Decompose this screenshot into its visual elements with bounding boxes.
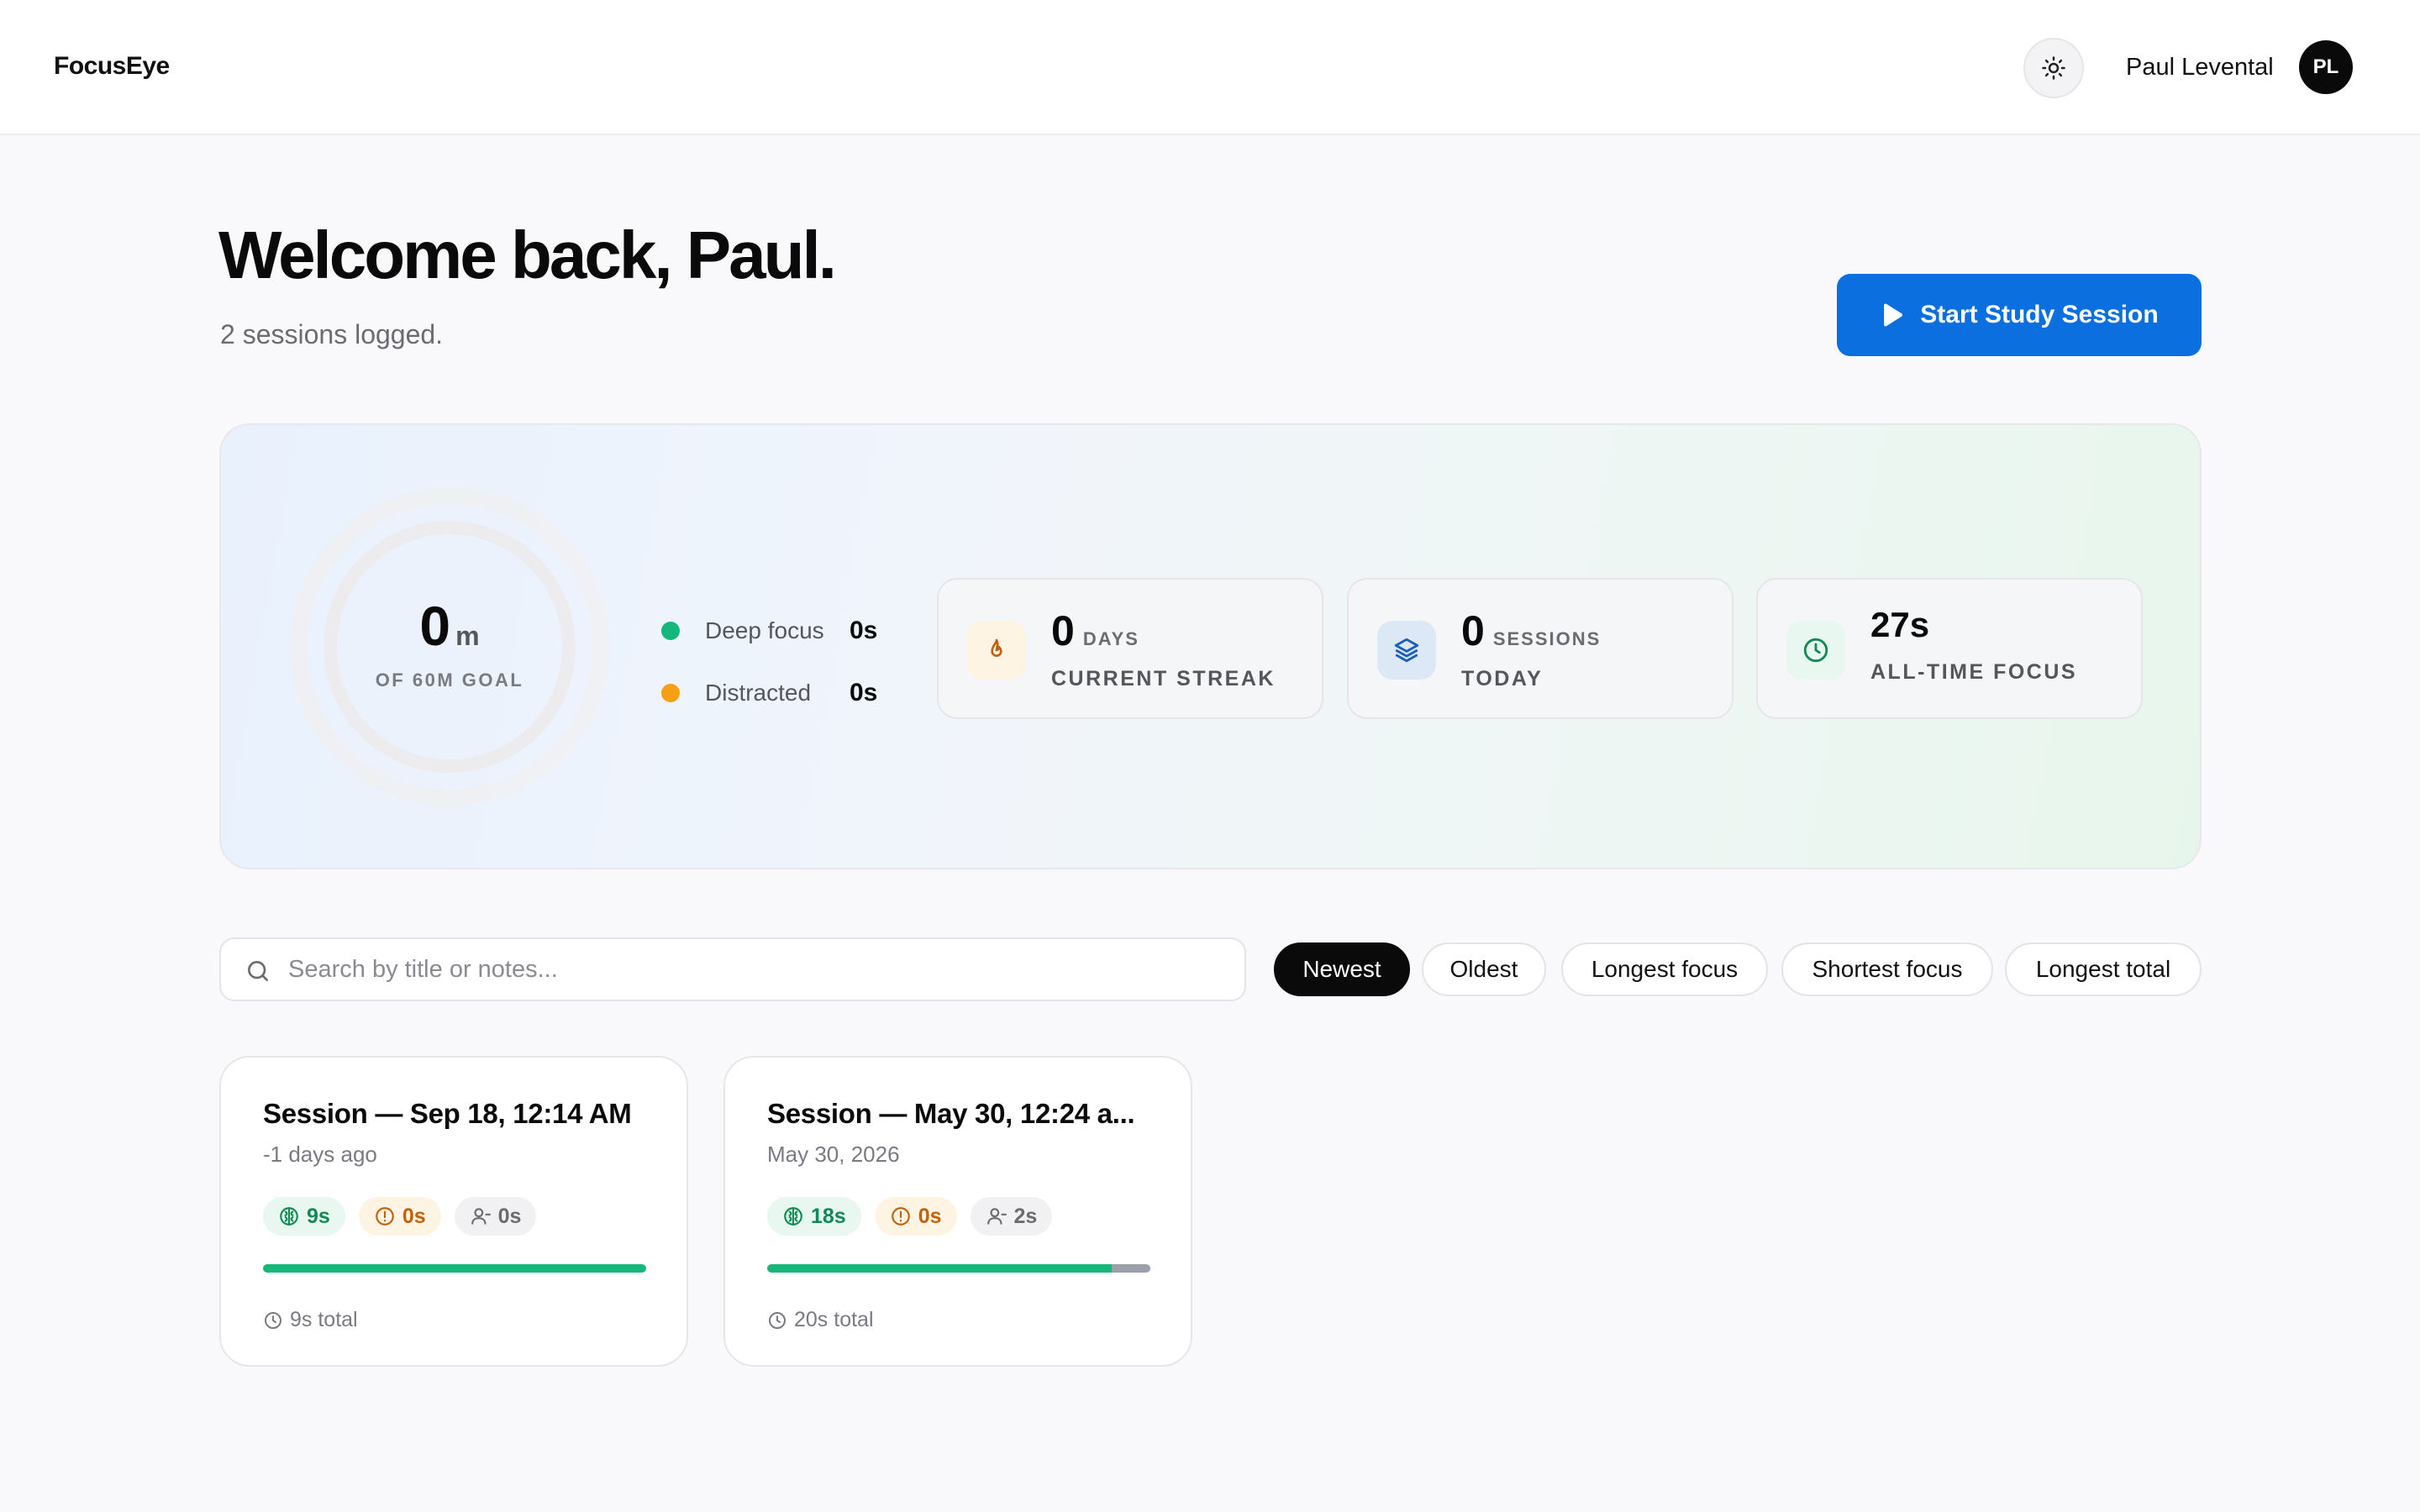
distracted-chip: 0s bbox=[358, 1197, 441, 1236]
session-title: Session — Sep 18, 12:14 AM bbox=[263, 1098, 632, 1129]
distracted-dot bbox=[661, 684, 680, 702]
stat-unit: SESSIONS bbox=[1492, 628, 1602, 649]
focus-chip: 9s bbox=[263, 1197, 345, 1236]
away-chip: 2s bbox=[970, 1197, 1053, 1236]
clock-icon bbox=[769, 1311, 786, 1329]
brain-icon bbox=[280, 1207, 298, 1226]
legend-deep-focus: Deep focus 0s bbox=[661, 600, 877, 662]
session-title: Session — May 30, 12:24 a... bbox=[767, 1098, 1135, 1129]
stat-value: 0 bbox=[1461, 607, 1485, 654]
sort-shortest-focus-button[interactable]: Shortest focus bbox=[1781, 942, 1993, 996]
stat-unit: DAYS bbox=[1082, 628, 1139, 649]
user-away-icon bbox=[986, 1208, 1007, 1225]
session-card[interactable]: Session — May 30, 12:24 a... May 30, 202… bbox=[723, 1056, 1192, 1367]
session-focus-fill bbox=[263, 1264, 646, 1273]
focus-value: 18s bbox=[811, 1204, 846, 1228]
session-date: -1 days ago bbox=[263, 1142, 377, 1167]
stat-label: ALL-TIME FOCUS bbox=[1870, 660, 2078, 684]
legend-distracted: Distracted 0s bbox=[661, 662, 877, 724]
session-total: 20s total bbox=[794, 1308, 874, 1331]
stat-label: TODAY bbox=[1461, 667, 1544, 690]
ring-value: 0 bbox=[419, 595, 451, 657]
away-value: 2s bbox=[1013, 1204, 1038, 1228]
alert-circle-icon bbox=[375, 1207, 394, 1226]
deep-focus-dot bbox=[661, 622, 680, 640]
legend-label: Distracted bbox=[705, 680, 812, 706]
sort-newest-button[interactable]: Newest bbox=[1274, 942, 1410, 996]
away-value: 0s bbox=[497, 1204, 522, 1228]
stat-value: 0 bbox=[1051, 607, 1075, 654]
stat-card-sessions-today: 0 SESSIONS TODAY bbox=[1347, 578, 1733, 719]
search-input[interactable] bbox=[288, 946, 1229, 993]
avatar[interactable]: PL bbox=[2299, 40, 2353, 94]
sessions-count-text: 2 sessions logged. bbox=[220, 319, 444, 349]
layers-icon bbox=[1394, 638, 1419, 663]
focus-value: 9s bbox=[307, 1204, 330, 1228]
ring-goal-label: OF 60M GOAL bbox=[375, 669, 524, 690]
stat-label: CURRENT STREAK bbox=[1051, 667, 1276, 690]
clock-icon bbox=[1803, 638, 1828, 663]
search-icon bbox=[248, 961, 268, 981]
daily-goal-readout: 0 m OF 60M GOAL bbox=[288, 486, 611, 808]
legend-value: 0s bbox=[850, 679, 878, 706]
sort-longest-focus-button[interactable]: Longest focus bbox=[1561, 942, 1768, 996]
distracted-value: 0s bbox=[918, 1204, 942, 1228]
start-button-label: Start Study Session bbox=[1920, 301, 2159, 328]
distracted-value: 0s bbox=[402, 1204, 426, 1228]
user-name[interactable]: Paul Levental bbox=[2126, 54, 2274, 81]
app-logo[interactable]: FocusEye bbox=[54, 52, 170, 81]
focus-legend: Deep focus 0s Distracted 0s bbox=[661, 600, 877, 724]
session-total: 9s total bbox=[290, 1308, 358, 1331]
play-icon bbox=[1884, 303, 1903, 327]
alert-circle-icon bbox=[891, 1207, 910, 1226]
stat-icon-wrap bbox=[1377, 621, 1436, 680]
session-progress-bar bbox=[263, 1264, 646, 1273]
top-bar: FocusEye Paul Levental PL bbox=[0, 0, 2420, 135]
stat-value: 27s bbox=[1870, 605, 1930, 644]
away-chip: 0s bbox=[454, 1197, 537, 1236]
stat-icon-wrap bbox=[967, 621, 1026, 680]
focus-chip: 18s bbox=[767, 1197, 861, 1236]
start-study-session-button[interactable]: Start Study Session bbox=[1837, 274, 2202, 356]
stat-card-streak: 0 DAYS CURRENT STREAK bbox=[937, 578, 1323, 719]
clock-icon bbox=[265, 1311, 281, 1329]
theme-toggle-button[interactable] bbox=[2023, 38, 2084, 98]
session-focus-fill bbox=[767, 1264, 1113, 1273]
sort-oldest-button[interactable]: Oldest bbox=[1422, 942, 1546, 996]
session-date: May 30, 2026 bbox=[767, 1142, 900, 1167]
search-box[interactable] bbox=[219, 937, 1246, 1001]
legend-value: 0s bbox=[850, 617, 878, 644]
stat-icon-wrap bbox=[1786, 621, 1845, 680]
user-away-icon bbox=[471, 1208, 491, 1225]
flame-icon bbox=[991, 638, 1002, 657]
stat-card-all-time-focus: 27s ALL-TIME FOCUS bbox=[1756, 578, 2143, 719]
distracted-chip: 0s bbox=[874, 1197, 957, 1236]
legend-label: Deep focus bbox=[705, 617, 824, 643]
session-progress-bar bbox=[767, 1264, 1150, 1273]
page-title: Welcome back, Paul. bbox=[218, 218, 837, 292]
ring-unit: m bbox=[455, 621, 480, 651]
sort-longest-total-button[interactable]: Longest total bbox=[2005, 942, 2202, 996]
today-stats-panel: 0 m OF 60M GOAL Deep focus 0s Distracted… bbox=[219, 423, 2202, 869]
sun-icon bbox=[2042, 56, 2065, 80]
session-card[interactable]: Session — Sep 18, 12:14 AM -1 days ago 9… bbox=[219, 1056, 688, 1367]
brain-icon bbox=[784, 1207, 802, 1226]
